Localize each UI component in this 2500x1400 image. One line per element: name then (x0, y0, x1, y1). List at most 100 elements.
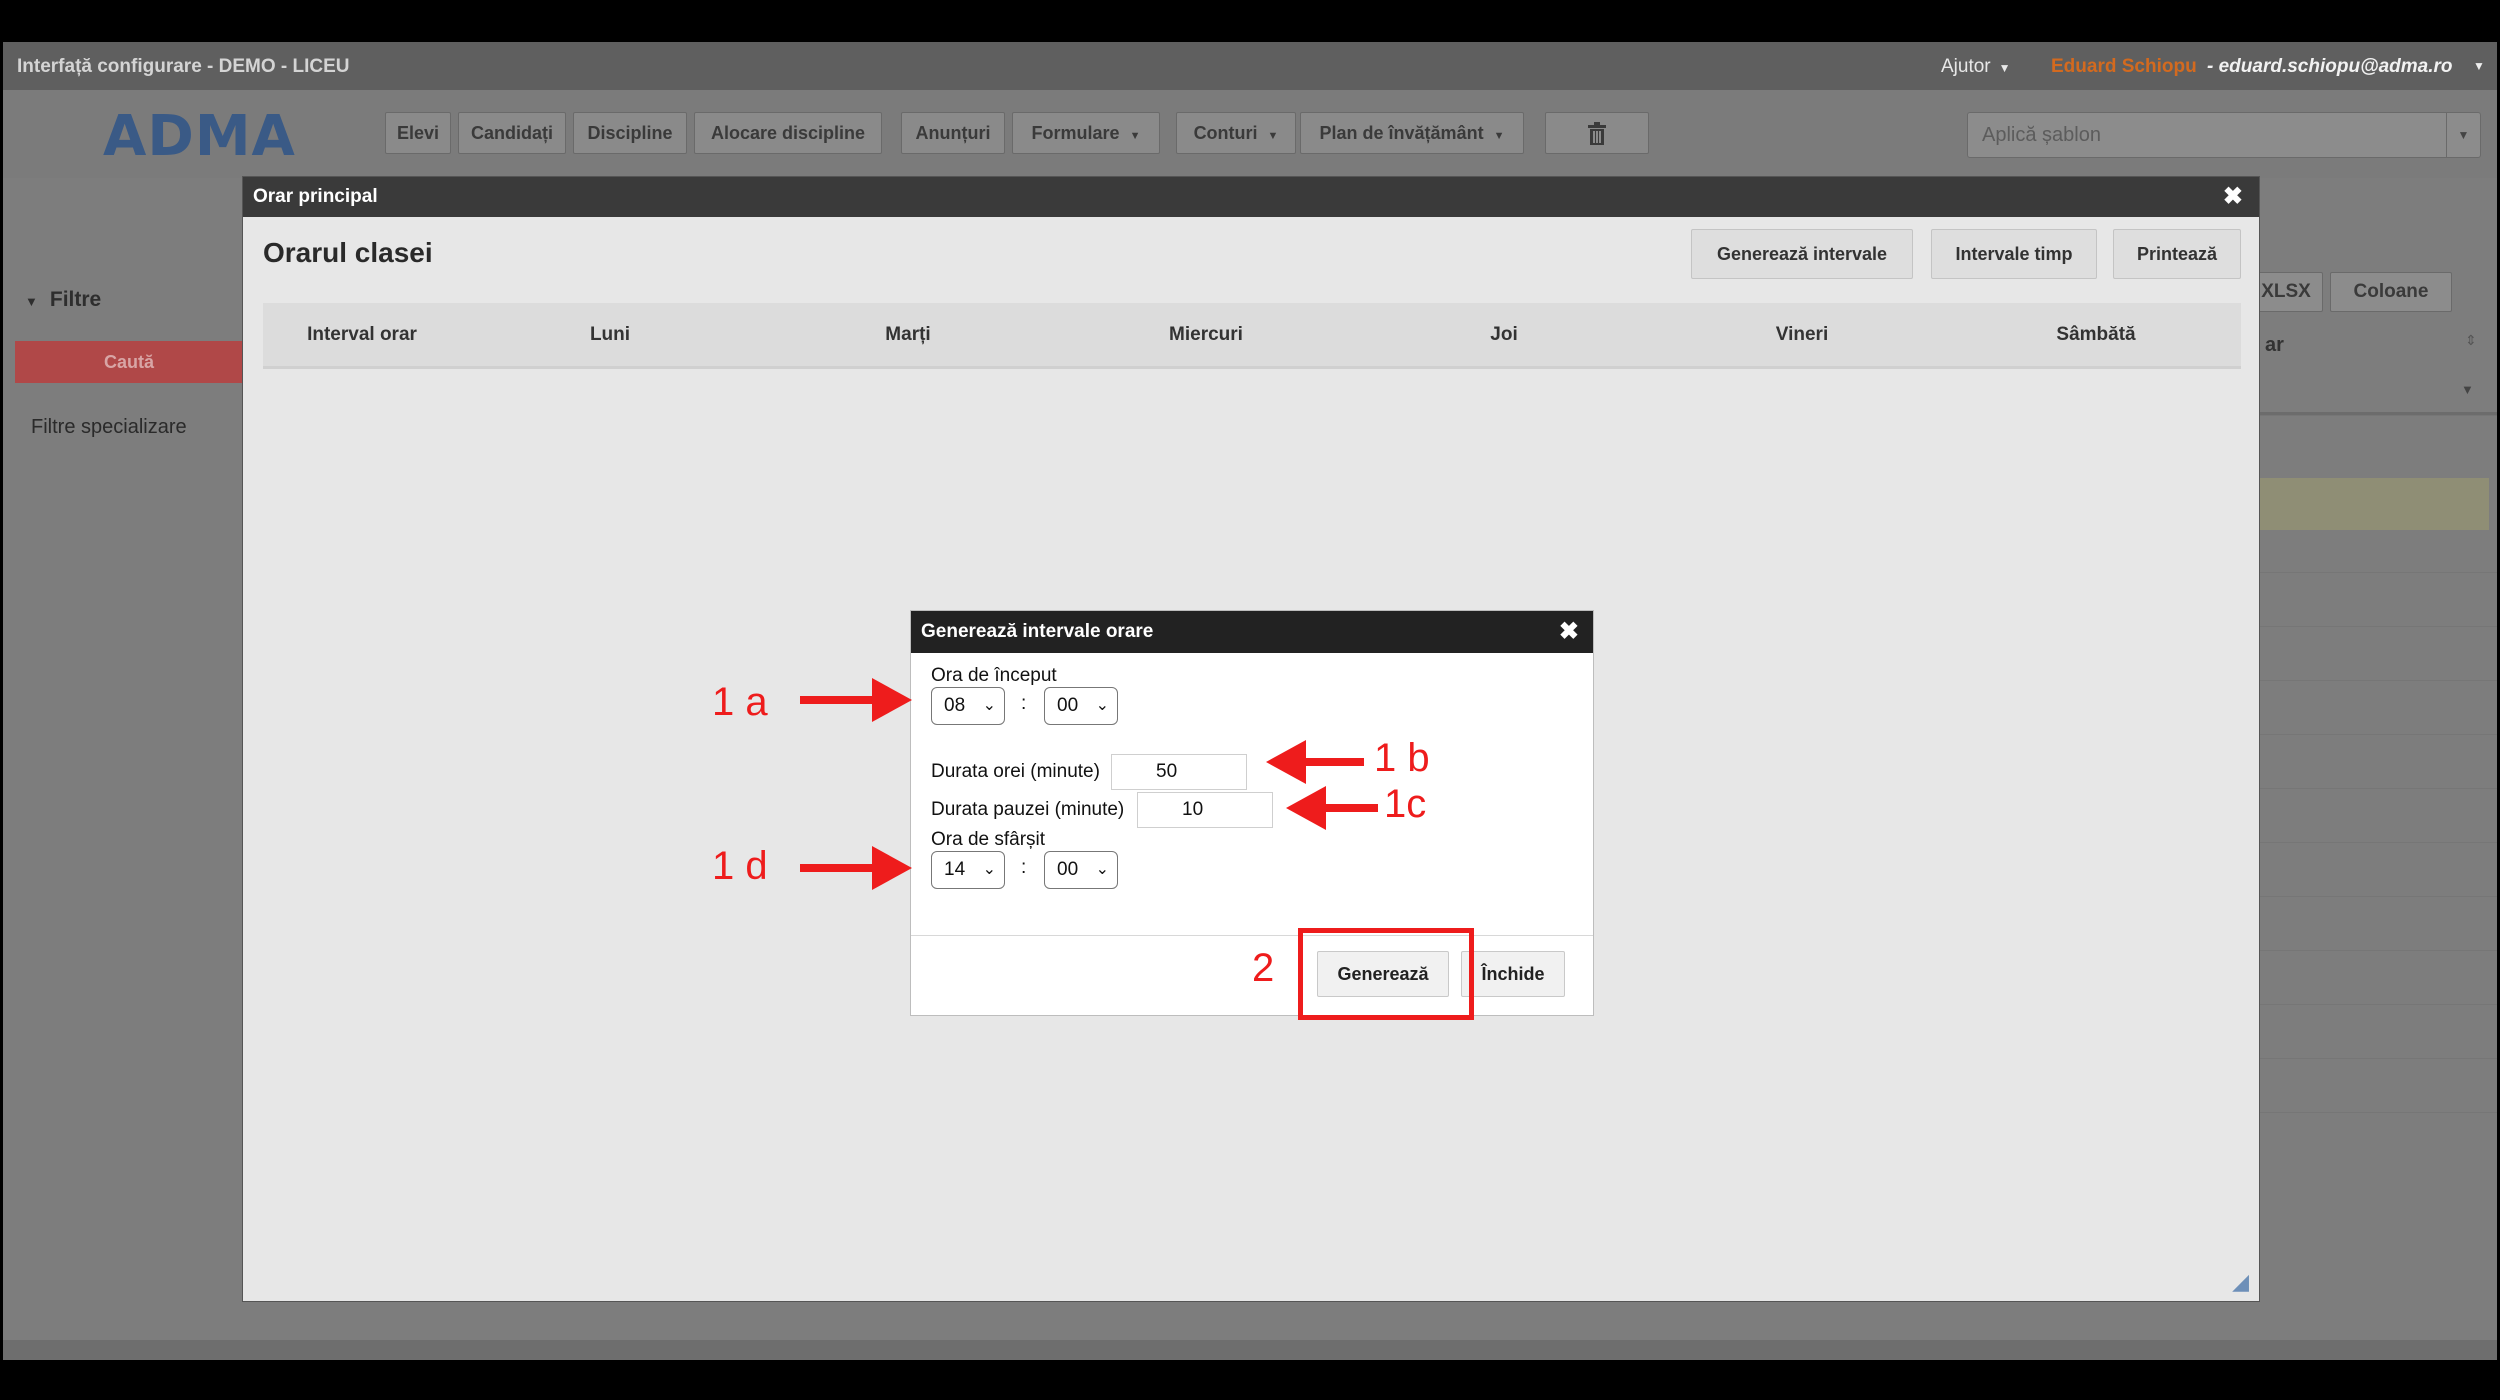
table-row (2259, 626, 2497, 627)
nav-plan-dropdown[interactable]: Plan de învățământ ▼ (1300, 112, 1524, 154)
filters-toggle[interactable]: ▼ Filtre (25, 288, 101, 312)
arrow-left-icon (1266, 740, 1364, 784)
nav-discipline-button[interactable]: Discipline (573, 112, 687, 154)
caret-down-icon[interactable]: ▼ (2461, 382, 2474, 397)
conturi-label: Conturi (1193, 123, 1258, 143)
annotation-1c: 1c (1384, 782, 1427, 826)
end-hour-value: 14 (944, 859, 966, 880)
dialog-divider (911, 935, 1593, 936)
break-duration-label: Durata pauzei (minute) (931, 799, 1125, 820)
table-row (2259, 572, 2497, 573)
column-header-fragment: ar (2265, 334, 2284, 356)
start-hour-select[interactable]: 08 ⌄ (931, 687, 1005, 725)
generate-highlight-box (1298, 928, 1474, 1020)
time-intervals-button[interactable]: Intervale timp (1931, 229, 2097, 279)
annotation-2: 2 (1252, 946, 1275, 990)
table-row (2259, 680, 2497, 681)
column-header: Miercuri (1169, 324, 1243, 345)
chevron-down-icon: ⌄ (1095, 697, 1109, 714)
column-header: Joi (1490, 324, 1518, 345)
user-email[interactable]: - eduard.schiopu@adma.ro (2207, 56, 2453, 78)
caret-down-icon: ▼ (1493, 130, 1505, 142)
trash-button[interactable] (1545, 112, 1649, 154)
resize-handle-icon[interactable]: ◢ (2232, 1269, 2249, 1295)
columns-button[interactable]: Coloane (2330, 272, 2452, 312)
sidebar: ▼ Filtre Caută Filtre specializare (3, 178, 243, 1360)
app-title: Interfață configurare - DEMO - LICEU (17, 56, 350, 77)
nav-candidati-button[interactable]: Candidați (458, 112, 566, 154)
column-header: Interval orar (307, 324, 417, 345)
modal-titlebar[interactable]: Orar principal ✖ (243, 177, 2259, 217)
top-bar: Interfață configurare - DEMO - LICEU Aju… (3, 42, 2497, 90)
spec-filters-link[interactable]: Filtre specializare (31, 416, 187, 439)
caret-down-icon: ▼ (1129, 130, 1141, 142)
nav-conturi-dropdown[interactable]: Conturi ▼ (1176, 112, 1296, 154)
dialog-title: Generează intervale orare (921, 621, 1154, 642)
plan-label: Plan de învățământ (1319, 123, 1484, 143)
table-row (2259, 1112, 2497, 1113)
close-button[interactable]: Închide (1461, 951, 1565, 997)
nav-anunturi-button[interactable]: Anunțuri (901, 112, 1005, 154)
table-row (2259, 1004, 2497, 1005)
template-select[interactable]: Aplică șablon ▼ (1967, 112, 2481, 158)
help-menu[interactable]: Ajutor ▼ (1941, 56, 2011, 78)
arrow-right-icon (800, 678, 912, 722)
time-separator: : (1021, 693, 1027, 714)
table-row (2259, 842, 2497, 843)
adma-logo[interactable]: ADMA (103, 104, 296, 169)
table-row-highlighted[interactable] (2259, 478, 2489, 530)
table-row (2259, 896, 2497, 897)
close-icon[interactable]: ✖ (2223, 177, 2243, 217)
start-minute-select[interactable]: 00 ⌄ (1044, 687, 1118, 725)
nav-bar: ADMA Elevi Candidați Discipline Alocare … (3, 90, 2497, 178)
trash-icon (1588, 122, 1606, 146)
caret-down-icon: ▼ (1998, 61, 2011, 75)
close-icon[interactable]: ✖ (1559, 611, 1579, 653)
generate-intervals-button[interactable]: Generează intervale (1691, 229, 1913, 279)
chevron-down-icon: ⌄ (982, 861, 996, 878)
annotation-1a: 1 a (712, 680, 768, 724)
annotation-1d: 1 d (712, 844, 768, 888)
start-time-label: Ora de început (931, 665, 1057, 686)
nav-formulare-dropdown[interactable]: Formulare ▼ (1012, 112, 1160, 154)
arrow-left-icon (1286, 786, 1378, 830)
column-header: Marți (885, 324, 931, 345)
print-button[interactable]: Printează (2113, 229, 2241, 279)
column-header: Vineri (1775, 324, 1829, 345)
start-minute-value: 00 (1057, 695, 1079, 716)
column-header: Sâmbătă (2056, 324, 2136, 345)
end-minute-value: 00 (1057, 859, 1079, 880)
arrow-right-icon (800, 846, 912, 890)
table-row (2259, 788, 2497, 789)
xlsx-button[interactable]: XLSX (2249, 272, 2323, 312)
screen: Interfață configurare - DEMO - LICEU Aju… (0, 0, 2500, 1400)
column-header: Luni (589, 324, 631, 345)
nav-alocare-button[interactable]: Alocare discipline (694, 112, 882, 154)
caret-down-icon: ▼ (1267, 130, 1279, 142)
footer-strip (3, 1340, 2497, 1360)
dialog-titlebar[interactable]: Generează intervale orare ✖ (911, 611, 1593, 653)
page-title: Orarul clasei (263, 237, 433, 268)
caret-down-icon[interactable]: ▼ (2473, 59, 2485, 73)
lesson-duration-input[interactable]: 50 (1111, 754, 1247, 790)
chevron-down-icon: ⌄ (982, 697, 996, 714)
break-duration-input[interactable]: 10 (1137, 792, 1273, 828)
end-hour-select[interactable]: 14 ⌄ (931, 851, 1005, 889)
help-label: Ajutor (1941, 56, 1991, 77)
user-name[interactable]: Eduard Schiopu (2051, 56, 2197, 78)
nav-elevi-button[interactable]: Elevi (385, 112, 451, 154)
formulare-label: Formulare (1031, 123, 1120, 143)
table-divider (2259, 412, 2497, 416)
end-minute-select[interactable]: 00 ⌄ (1044, 851, 1118, 889)
modal-title: Orar principal (253, 186, 378, 207)
table-row (2259, 950, 2497, 951)
triangle-down-icon: ▼ (25, 294, 38, 309)
caret-down-icon: ▼ (2446, 113, 2480, 157)
chevron-down-icon: ⌄ (1095, 861, 1109, 878)
start-hour-value: 08 (944, 695, 966, 716)
table-row (2259, 1058, 2497, 1059)
template-placeholder: Aplică șablon (1982, 124, 2101, 146)
search-button[interactable]: Caută (15, 341, 243, 383)
timetable-header: Interval orar Luni Marți Miercuri Joi Vi… (263, 303, 2241, 369)
sort-icon[interactable]: ⇕ (2465, 332, 2477, 349)
